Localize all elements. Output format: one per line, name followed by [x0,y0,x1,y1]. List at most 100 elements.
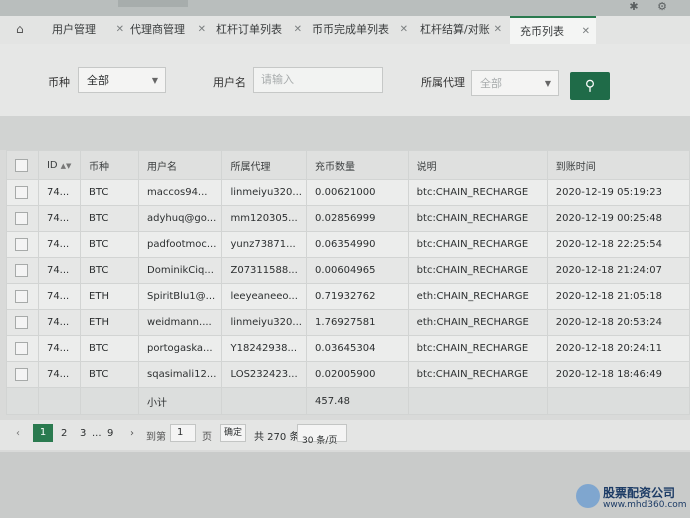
confirm-button[interactable]: 确定 [220,424,246,442]
prev-page-icon[interactable]: ‹ [16,428,20,439]
page-2[interactable]: 2 [61,428,67,439]
cell-amount: 0.03645304 [306,335,409,362]
table-row[interactable]: 74... ETH weidmann.... linmeiyu320... 1.7692… [6,309,690,336]
subtotal-empty [6,387,39,415]
page-1[interactable]: 1 [33,424,53,442]
tab-label: 充币列表 [520,25,564,38]
row-checkbox[interactable] [15,290,28,303]
tab-leverage-settlement[interactable]: 杠杆结算/对账 ✕ [414,16,508,44]
cell-description: btc:CHAIN_RECHARGE [407,205,548,232]
cell-coin: ETH [80,309,140,336]
tab-agent-management[interactable]: 代理商管理 ✕ [124,16,212,44]
col-agent: 所属代理 [221,150,308,180]
search-button[interactable]: ⚲ [570,72,610,100]
row-checkbox[interactable] [15,368,28,381]
cell-coin: BTC [80,179,140,206]
search-icon: ⚲ [584,78,596,94]
cell-description: btc:CHAIN_RECHARGE [407,257,548,284]
sort-icon[interactable]: ▲▼ [61,162,72,170]
cell-id: 74... [37,309,82,336]
subtotal-empty [546,387,690,415]
row-checkbox[interactable] [15,316,28,329]
cell-username: portogaska... [138,335,223,362]
cell-coin: BTC [80,361,140,388]
agent-filter-label: 所属代理 [421,76,465,89]
chevron-down-icon: ▼ [151,76,158,85]
select-all-checkbox-cell [6,150,39,180]
cell-agent: yunz73871... [221,231,308,258]
coin-filter-label: 币种 [48,76,70,89]
table-row[interactable]: 74... BTC sqasimali12... LOS232423... 0.0200… [6,361,690,388]
subtotal-empty [80,387,140,415]
table-row[interactable]: 74... BTC maccos94... linmeiyu320... 0.00621… [6,179,690,206]
tab-label: 杠杆订单列表 [216,23,282,36]
table-row[interactable]: 74... BTC portogaska... Y18242938... 0.03645… [6,335,690,362]
coin-select-value: 全部 [87,74,109,87]
page-9[interactable]: 9 [107,428,113,439]
close-icon[interactable]: ✕ [582,18,590,46]
home-icon[interactable]: ⌂ [16,22,30,36]
row-checkbox[interactable] [15,264,28,277]
cell-agent: LOS232423... [221,361,308,388]
row-checkbox[interactable] [15,212,28,225]
close-icon[interactable]: ✕ [294,16,302,44]
cell-coin: BTC [80,257,140,284]
cell-id: 74... [37,231,82,258]
tab-label: 杠杆结算/对账 [420,23,490,36]
select-all-checkbox[interactable] [15,158,28,172]
username-placeholder: 请输入 [261,73,294,86]
cell-agent: Z07311588... [221,257,308,284]
table-row[interactable]: 74... BTC DominikCiq... Z07311588... 0.00604… [6,257,690,284]
cell-amount: 1.76927581 [306,309,409,336]
toolbar-strip [0,116,690,150]
subtotal-empty [407,387,548,415]
watermark-name: 股票配资公司 [603,486,676,500]
row-checkbox[interactable] [15,238,28,251]
username-input[interactable]: 请输入 [253,67,383,93]
tab-deposit-list[interactable]: 充币列表 ✕ [510,16,596,44]
cell-agent: Y18242938... [221,335,308,362]
next-page-icon[interactable]: › [130,428,134,439]
close-icon[interactable]: ✕ [494,16,502,44]
tab-user-management[interactable]: 用户管理 ✕ [46,16,130,44]
cell-id: 74... [37,205,82,232]
cell-id: 74... [37,179,82,206]
row-checkbox-cell [6,231,39,258]
per-page-select[interactable]: 30 条/页 [297,424,347,446]
palette-icon[interactable]: ✱ [628,1,640,13]
col-description: 说明 [407,150,548,180]
close-icon[interactable]: ✕ [116,16,124,44]
row-checkbox[interactable] [15,186,28,199]
row-checkbox[interactable] [15,342,28,355]
col-time-label: 到账时间 [555,161,596,173]
coin-select[interactable]: 全部 ▼ [78,67,166,93]
table-row[interactable]: 74... BTC adyhuq@go... mm120305... 0.0285699… [6,205,690,232]
cell-time: 2020-12-18 21:05:18 [546,283,690,310]
cell-agent: mm120305... [221,205,308,232]
cell-amount: 0.02856999 [306,205,409,232]
subtotal-empty [221,387,308,415]
close-icon[interactable]: ✕ [400,16,408,44]
cell-time: 2020-12-18 21:24:07 [546,257,690,284]
tab-leverage-orders[interactable]: 杠杆订单列表 ✕ [210,16,308,44]
table-row[interactable]: 74... ETH SpiritBlu1@... leeyeaneeo... 0.719… [6,283,690,310]
gear-icon[interactable]: ⚙ [656,1,668,13]
close-icon[interactable]: ✕ [198,16,206,44]
cell-username: DominikCiq... [138,257,223,284]
agent-select[interactable]: 全部 ▼ [471,70,559,96]
row-checkbox-cell [6,283,39,310]
tab-coin-completed-orders[interactable]: 币币完成单列表 ✕ [306,16,414,44]
cell-amount: 0.06354990 [306,231,409,258]
col-username: 用户名 [138,150,223,180]
cell-amount: 0.02005900 [306,361,409,388]
row-checkbox-cell [6,257,39,284]
page-3[interactable]: 3 [80,428,86,439]
cell-coin: ETH [80,283,140,310]
top-breadcrumb [118,0,188,7]
table-header-row: ID ▲▼ 币种 用户名 所属代理 充币数量 说明 到账时间 [6,150,690,180]
goto-page-input[interactable]: 1 [170,424,196,442]
col-id[interactable]: ID ▲▼ [37,150,82,180]
watermark-logo-icon [576,484,600,508]
goto-label: 到第 [146,432,166,443]
table-row[interactable]: 74... BTC padfootmoc... yunz73871... 0.06354… [6,231,690,258]
